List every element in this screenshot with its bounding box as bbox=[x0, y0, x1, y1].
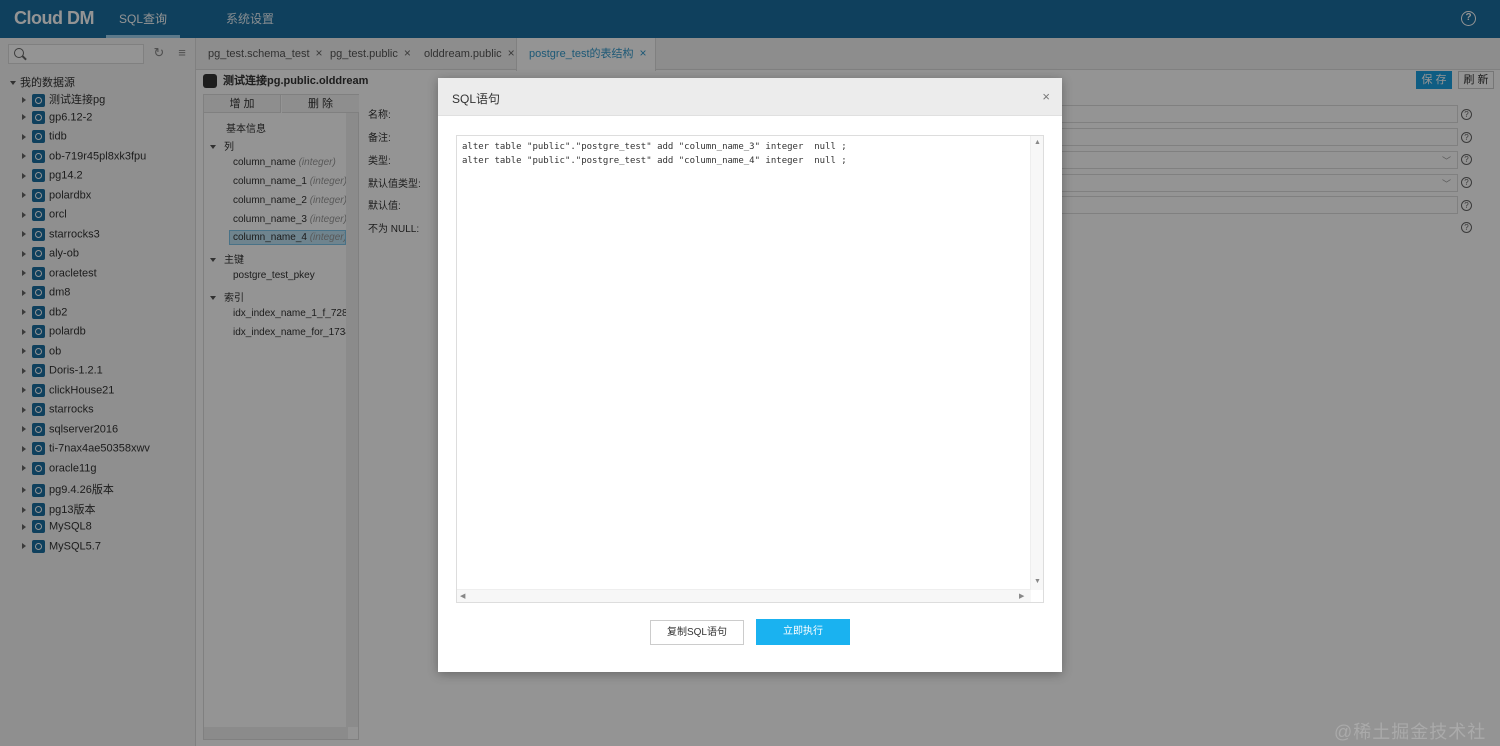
sql-line: alter table "public"."postgre_test" add … bbox=[462, 142, 847, 152]
scroll-up-icon[interactable]: ▲ bbox=[1034, 139, 1041, 146]
sql-line: alter table "public"."postgre_test" add … bbox=[462, 156, 847, 166]
vertical-scrollbar[interactable]: ▲ ▼ bbox=[1030, 136, 1043, 590]
sql-dialog: SQL语句 × alter table "public"."postgre_te… bbox=[438, 78, 1062, 672]
scroll-right-icon[interactable]: ▶ bbox=[1019, 592, 1024, 600]
horizontal-scrollbar[interactable]: ◀ ▶ bbox=[457, 589, 1031, 602]
scroll-down-icon[interactable]: ▼ bbox=[1034, 578, 1041, 585]
watermark: @稀土掘金技术社区 bbox=[1334, 722, 1487, 742]
copy-sql-button[interactable]: 复制SQL语句 bbox=[650, 620, 744, 645]
dialog-title: SQL语句 bbox=[452, 92, 501, 106]
sql-editor[interactable]: alter table "public"."postgre_test" add … bbox=[456, 135, 1044, 603]
execute-button[interactable]: 立即执行 bbox=[756, 619, 850, 645]
scroll-left-icon[interactable]: ◀ bbox=[460, 592, 465, 600]
dialog-header: SQL语句 × bbox=[438, 78, 1062, 116]
close-icon[interactable]: × bbox=[1042, 89, 1050, 104]
